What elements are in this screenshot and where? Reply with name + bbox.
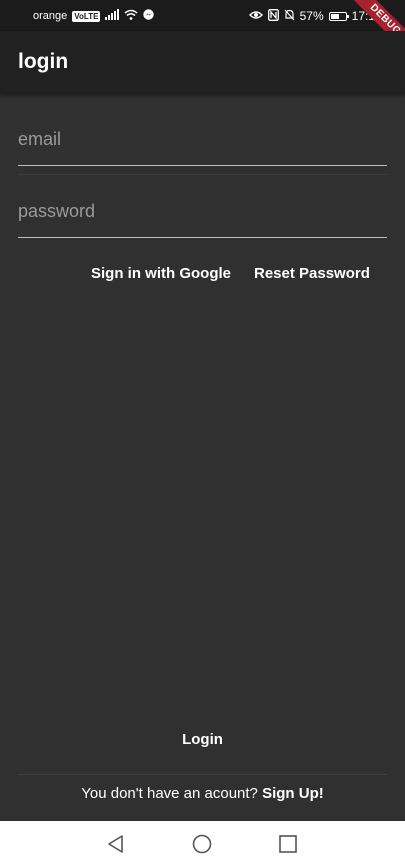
signup-row: You don't have an acount? Sign Up! <box>0 785 405 802</box>
password-field[interactable] <box>18 182 387 238</box>
signal-icon <box>105 9 120 23</box>
page-title: login <box>18 50 69 73</box>
password-input[interactable] <box>18 201 387 222</box>
email-field[interactable] <box>18 110 387 166</box>
status-bar-right: 57% 17:1 <box>248 8 375 24</box>
messenger-icon <box>143 9 155 23</box>
navigation-bar <box>0 821 405 867</box>
email-input[interactable] <box>18 129 387 150</box>
field-divider <box>18 174 387 175</box>
status-bar: orange VoLTE 57% 17:1 <box>0 0 405 31</box>
battery-icon <box>328 11 349 21</box>
back-icon[interactable] <box>103 831 129 857</box>
divider <box>18 774 387 775</box>
sign-up-link[interactable]: Sign Up! <box>262 785 324 802</box>
recents-icon[interactable] <box>275 831 301 857</box>
volte-badge: VoLTE <box>72 10 101 22</box>
battery-percent: 57% <box>299 9 324 23</box>
login-screen: orange VoLTE 57% 17:1 DEBUG login email … <box>0 0 405 867</box>
home-icon[interactable] <box>189 831 215 857</box>
mute-icon <box>284 9 295 24</box>
signup-prompt: You don't have an acount? <box>81 785 258 802</box>
reset-password-button[interactable]: Reset Password <box>254 265 370 282</box>
wifi-icon <box>124 9 138 23</box>
status-bar-left: orange VoLTE <box>33 8 155 24</box>
app-bar: login <box>0 31 405 94</box>
google-sign-in-button[interactable]: Sign in with Google <box>91 265 231 282</box>
login-button[interactable]: Login <box>0 731 405 748</box>
eye-icon <box>248 9 263 23</box>
carrier-name: orange <box>33 10 68 22</box>
nfc-icon <box>267 8 279 24</box>
battery-fill <box>330 13 339 19</box>
